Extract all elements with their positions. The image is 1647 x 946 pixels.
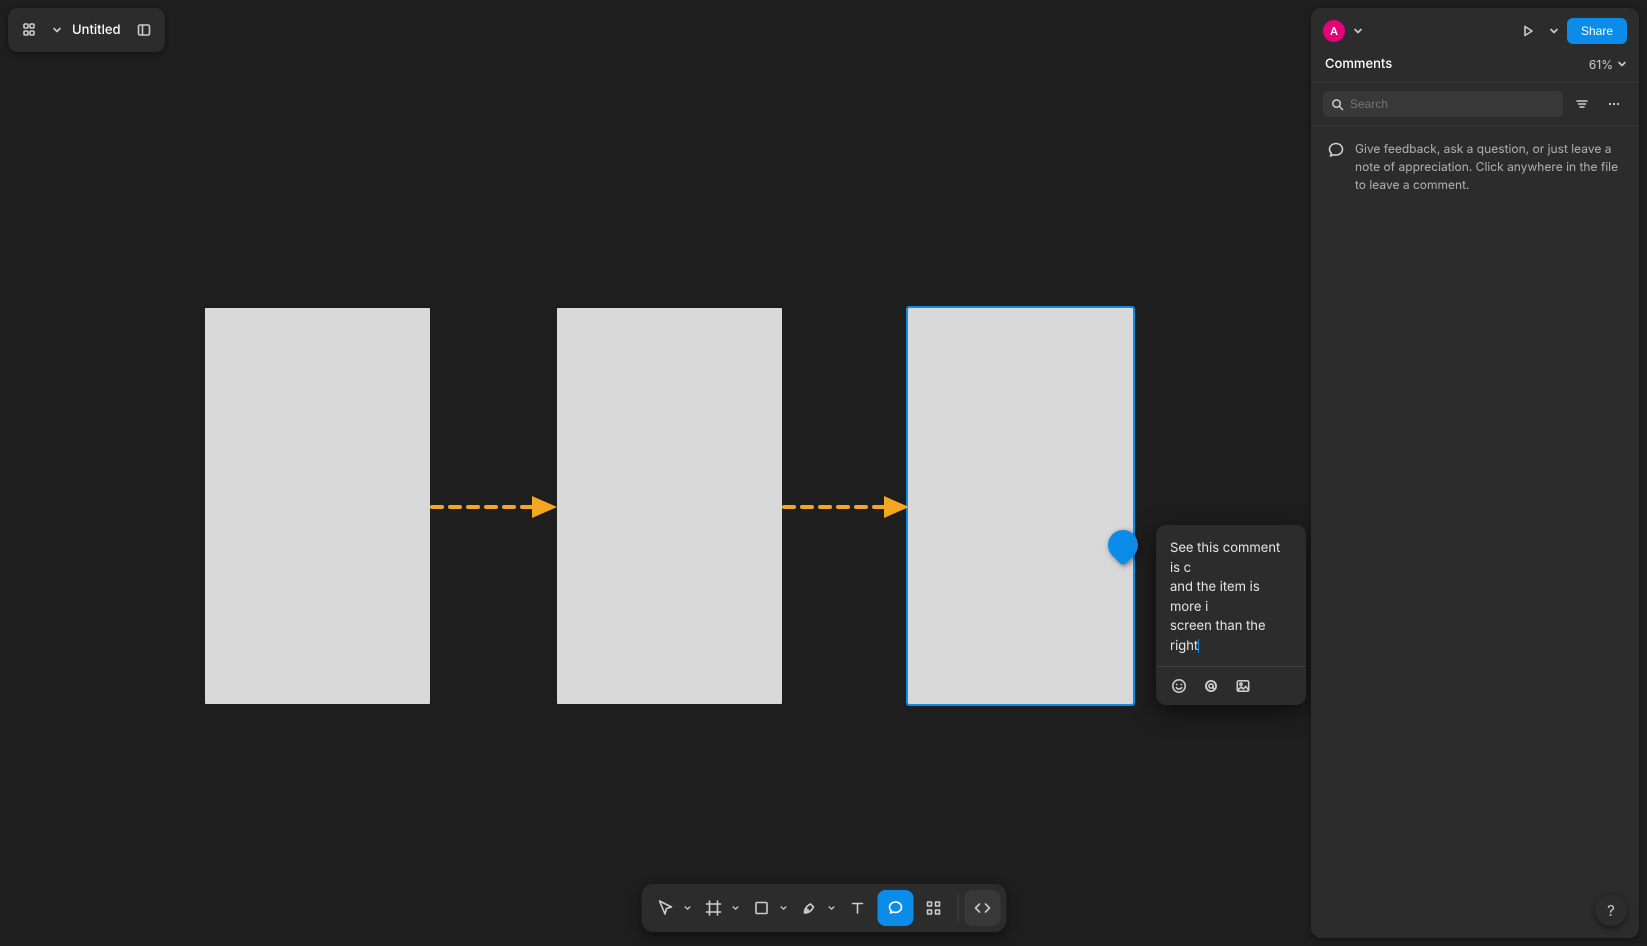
avatar-initial: A [1330, 24, 1338, 38]
chevron-down-icon[interactable] [779, 903, 789, 913]
bottom-toolbar [641, 884, 1006, 932]
share-button[interactable]: Share [1567, 18, 1627, 44]
more-icon[interactable] [1601, 91, 1627, 117]
help-button[interactable]: ? [1595, 894, 1627, 926]
figma-menu-icon[interactable] [16, 17, 42, 43]
devmode-toggle[interactable] [964, 890, 1000, 926]
search-input-wrap[interactable] [1323, 91, 1563, 117]
chevron-down-icon[interactable] [1353, 26, 1363, 36]
chevron-down-icon[interactable] [1549, 26, 1559, 36]
text-tool[interactable] [839, 890, 875, 926]
search-input[interactable] [1350, 97, 1555, 111]
chevron-down-icon[interactable] [827, 903, 837, 913]
move-tool[interactable] [647, 890, 683, 926]
avatar[interactable]: A [1323, 20, 1345, 42]
prototype-arrow-2 [782, 494, 909, 520]
frame-2[interactable] [557, 308, 782, 704]
comment-line2: and the item is more i [1170, 579, 1260, 615]
chevron-down-icon[interactable] [52, 25, 62, 35]
frame-1[interactable] [205, 308, 430, 704]
zoom-value: 61% [1589, 57, 1613, 72]
image-icon[interactable] [1234, 677, 1252, 695]
comment-tool[interactable] [877, 890, 913, 926]
actions-tool[interactable] [915, 890, 951, 926]
sort-icon[interactable] [1569, 91, 1595, 117]
search-icon [1331, 98, 1344, 111]
panel-toggle-icon[interactable] [131, 17, 157, 43]
zoom-dropdown[interactable]: 61% [1589, 57, 1627, 72]
emoji-icon[interactable] [1170, 677, 1188, 695]
mention-icon[interactable] [1202, 677, 1220, 695]
comments-hint-text: Give feedback, ask a question, or just l… [1355, 140, 1623, 194]
chevron-down-icon[interactable] [683, 903, 693, 913]
comment-line3: screen than the right [1170, 618, 1266, 654]
comment-textarea[interactable]: See this comment is c and the item is mo… [1156, 525, 1306, 666]
top-left-toolbar: Untitled [8, 8, 165, 52]
comment-composer[interactable]: See this comment is c and the item is mo… [1156, 525, 1306, 705]
right-sidebar: A Share Comments 61% Give feedback, ask … [1311, 8, 1639, 938]
help-label: ? [1607, 901, 1615, 920]
comment-bubble-icon [1327, 141, 1345, 159]
frame-3-selected[interactable] [908, 308, 1133, 704]
comments-panel-title: Comments [1325, 56, 1392, 72]
frame-tool[interactable] [695, 890, 731, 926]
document-title[interactable]: Untitled [72, 22, 121, 38]
pen-tool[interactable] [791, 890, 827, 926]
shape-tool[interactable] [743, 890, 779, 926]
chevron-down-icon[interactable] [731, 903, 741, 913]
comments-hint: Give feedback, ask a question, or just l… [1311, 126, 1639, 208]
prototype-arrow-1 [430, 494, 557, 520]
comment-line1: See this comment is c [1170, 540, 1280, 576]
present-button[interactable] [1515, 18, 1541, 44]
